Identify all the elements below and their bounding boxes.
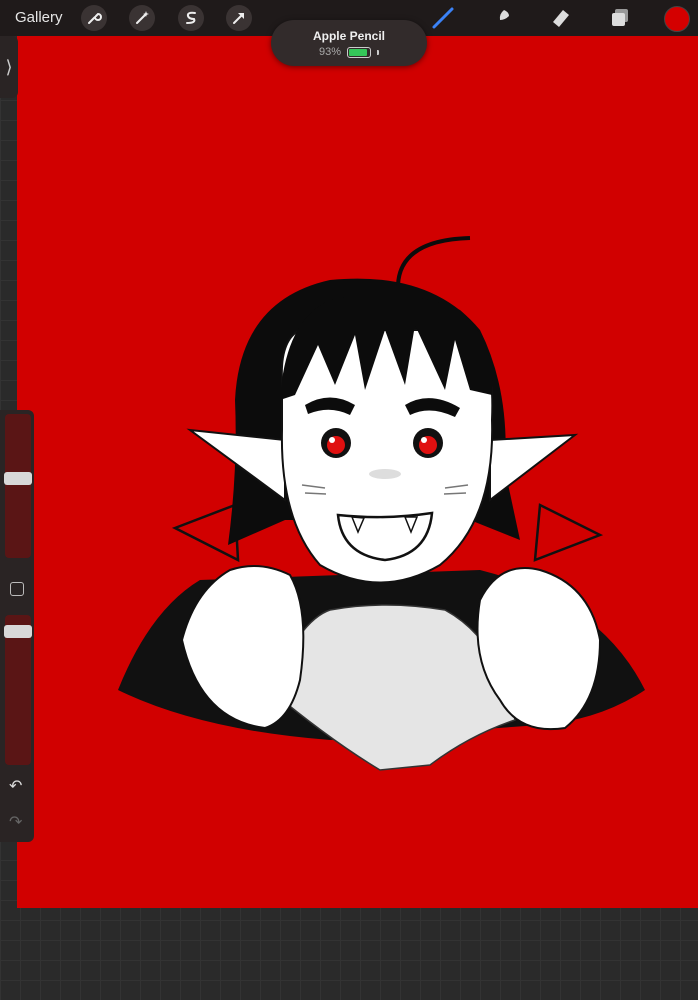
sidebar: ↶ ↷ [0,410,34,842]
layers-icon [612,9,628,26]
vampire-illustration [118,236,645,771]
pencil-title: Apple Pencil [312,29,386,43]
redo-icon[interactable]: ↷ [9,812,22,832]
brush-size-slider[interactable] [5,414,31,558]
undo-icon[interactable]: ↶ [9,776,22,796]
smudge-tool[interactable] [489,5,515,31]
sidebar-toggle[interactable]: ⟩ [0,36,18,98]
chevron-right-icon: ⟩ [5,56,13,77]
transform-button[interactable] [226,5,252,31]
color-picker-button[interactable] [664,6,690,32]
magic-wand-icon [136,11,149,24]
battery-percent: 93% [318,46,342,58]
square-icon[interactable] [10,582,24,596]
battery-nub [377,49,380,55]
battery-fill [349,48,367,56]
opacity-thumb[interactable] [4,624,32,638]
brush-size-thumb[interactable] [4,471,32,485]
selection-button[interactable] [178,5,204,31]
eraser-tool[interactable] [548,5,574,31]
selection-s-icon [186,11,196,24]
wrench-icon [88,12,102,24]
battery-icon [347,46,372,58]
brush-tool[interactable] [430,5,456,31]
brush-icon [432,7,454,29]
smudge-icon [495,10,509,27]
transform-arrow-icon [233,13,244,24]
actions-button[interactable] [81,5,107,31]
apple-pencil-status: Apple Pencil 93% [271,20,427,66]
eraser-icon [553,10,569,27]
gallery-button[interactable]: Gallery [15,9,63,26]
adjustments-button[interactable] [129,5,155,31]
layers-button[interactable] [607,5,633,31]
